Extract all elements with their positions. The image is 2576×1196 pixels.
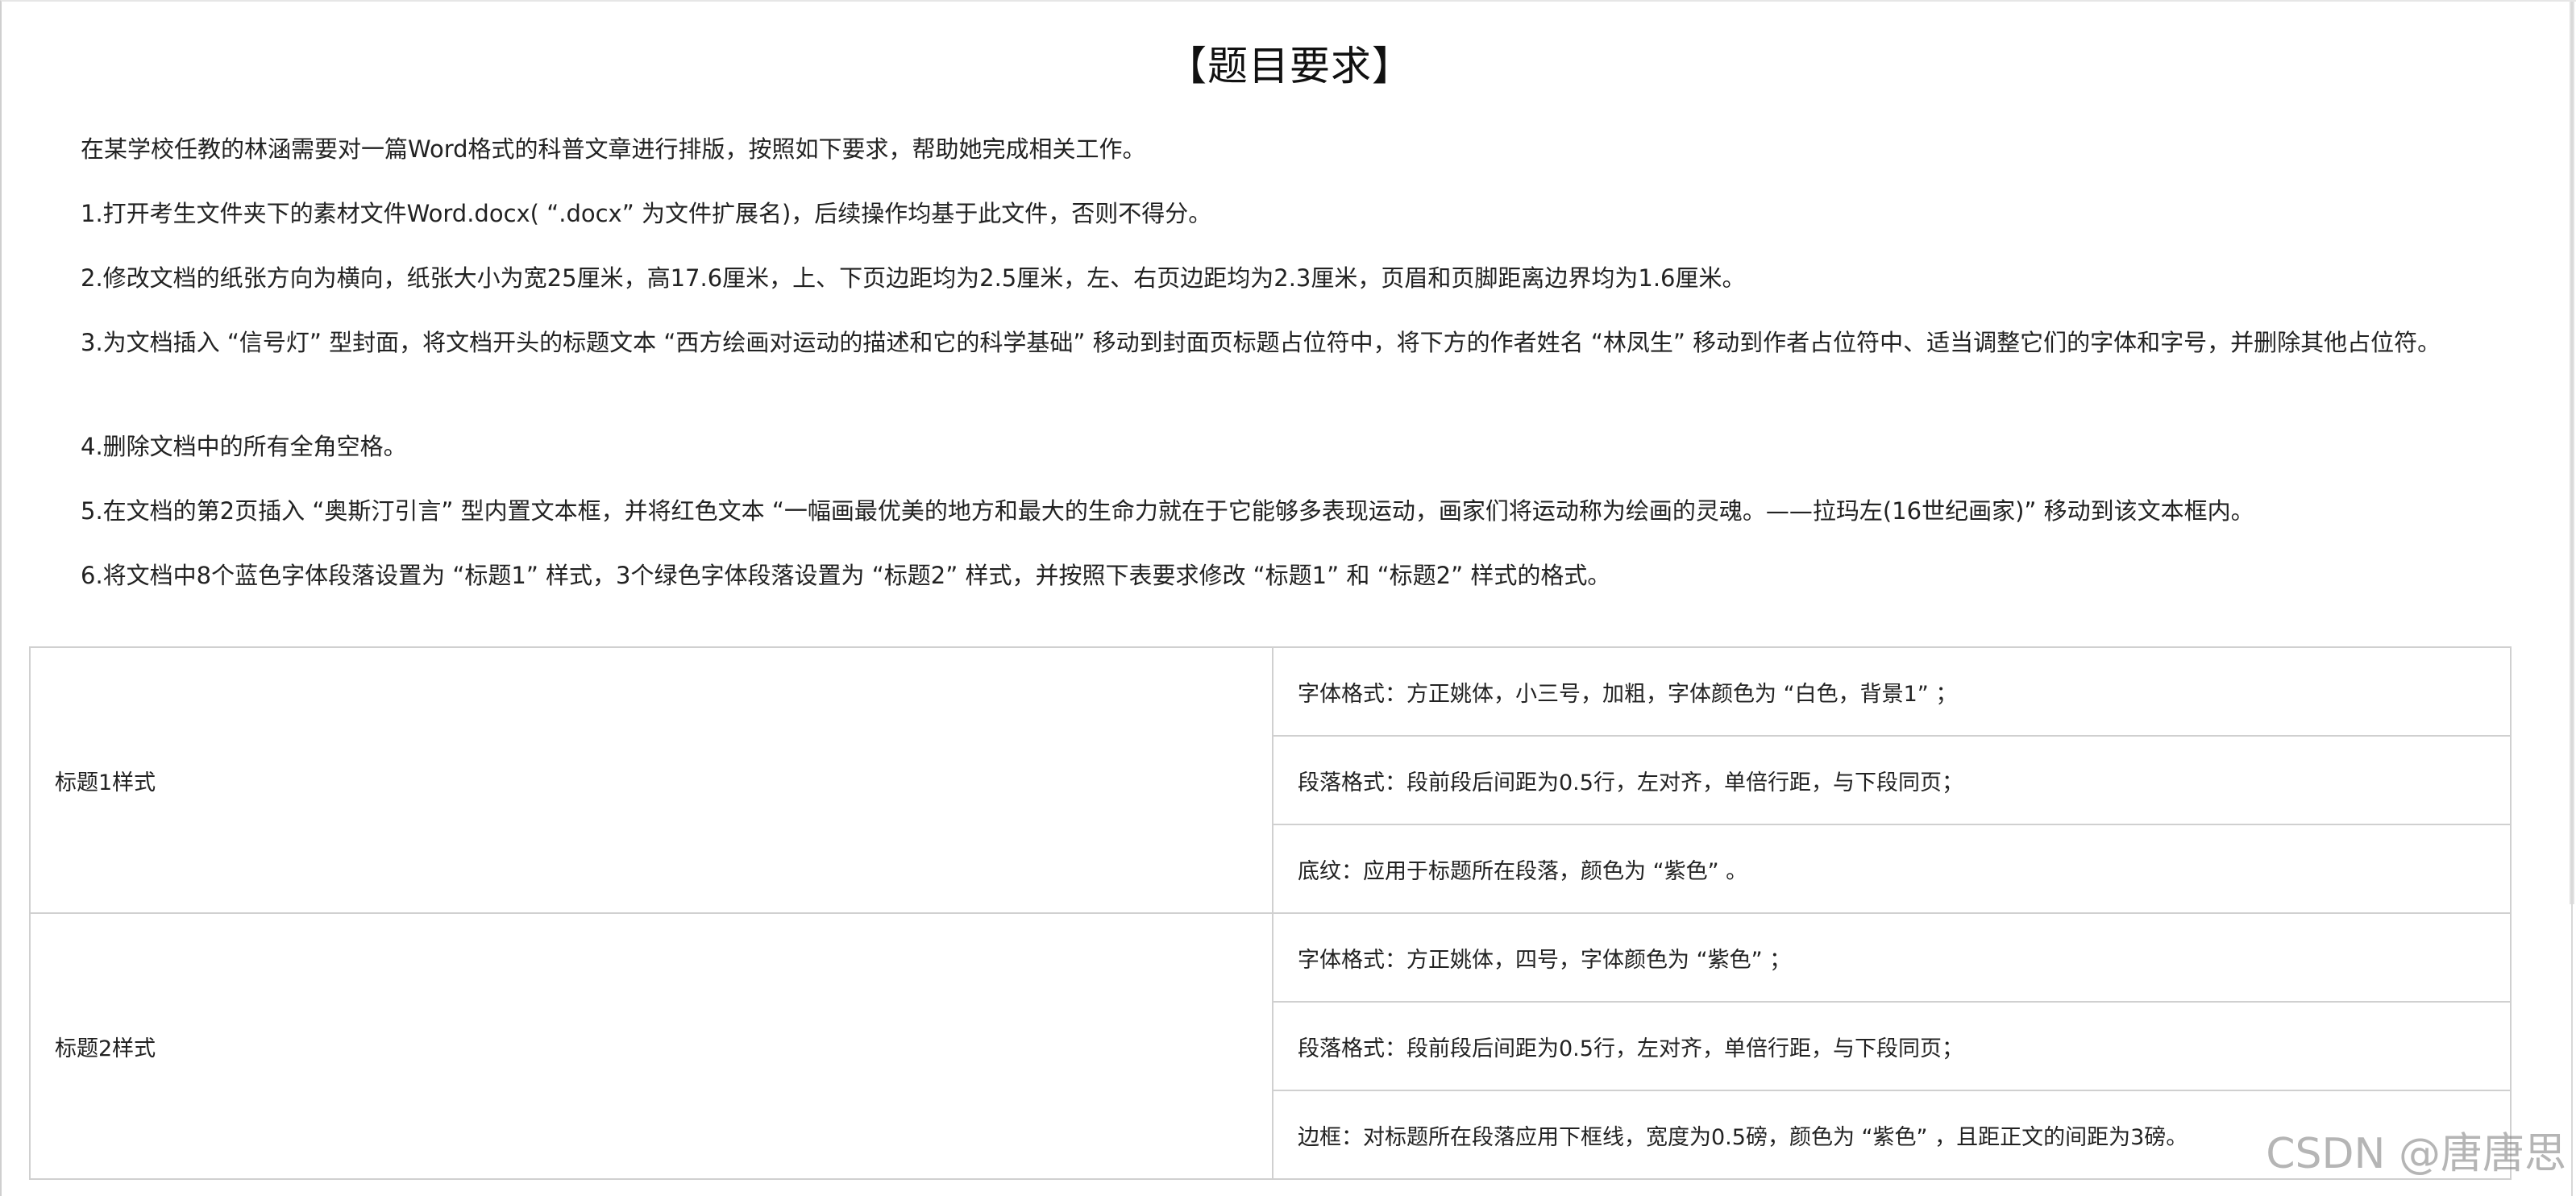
table-cell: 底纹：应用于标题所在段落，颜色为 “紫色” 。: [1272, 824, 2512, 914]
requirement-6: 6.将文档中8个蓝色字体段落设置为 “标题1” 样式，3个绿色字体段落设置为 “…: [81, 562, 1611, 589]
requirement-4: 4.删除文档中的所有全角空格。: [81, 433, 407, 460]
requirement-5: 5.在文档的第2页插入 “奥斯汀引言” 型内置文本框，并将红色文本 “一幅画最优…: [81, 497, 2254, 525]
table-row: 标题1样式 字体格式：方正姚体，小三号，加粗，字体颜色为 “白色，背景1” ；: [29, 646, 2512, 914]
style-name-heading2: 标题2样式: [29, 912, 1273, 1180]
table-cell: 段落格式：段前段后间距为0.5行，左对齐，单倍行距，与下段同页；: [1272, 735, 2512, 825]
page-title: 【题目要求】: [1166, 43, 1413, 89]
watermark: CSDN @唐唐思: [2266, 1130, 2566, 1178]
requirement-2: 2.修改文档的纸张方向为横向，纸张大小为宽25厘米，高17.6厘米，上、下页边距…: [81, 264, 1746, 292]
style-name-heading1: 标题1样式: [29, 646, 1273, 914]
intro-paragraph: 在某学校任教的林涵需要对一篇Word格式的科普文章进行排版，按照如下要求，帮助她…: [81, 135, 1146, 163]
requirement-1: 1.打开考生文件夹下的素材文件Word.docx( “.docx” 为文件扩展名…: [81, 200, 1212, 227]
document-page: 【题目要求】 在某学校任教的林涵需要对一篇Word格式的科普文章进行排版，按照如…: [0, 0, 2576, 1196]
style-requirements-table: 标题1样式 字体格式：方正姚体，小三号，加粗，字体颜色为 “白色，背景1” ； …: [29, 646, 2512, 1180]
table-cell: 字体格式：方正姚体，四号，字体颜色为 “紫色” ；: [1272, 912, 2512, 1003]
table-cell: 段落格式：段前段后间距为0.5行，左对齐，单倍行距，与下段同页；: [1272, 1001, 2512, 1091]
table-cell: 字体格式：方正姚体，小三号，加粗，字体颜色为 “白色，背景1” ；: [1272, 646, 2512, 737]
requirement-3: 3.为文档插入 “信号灯” 型封面，将文档开头的标题文本 “西方绘画对运动的描述…: [81, 329, 2441, 356]
scrollbar-line: [2571, 2, 2573, 1196]
table-row: 标题2样式 字体格式：方正姚体，四号，字体颜色为 “紫色” ；: [29, 912, 2512, 1180]
